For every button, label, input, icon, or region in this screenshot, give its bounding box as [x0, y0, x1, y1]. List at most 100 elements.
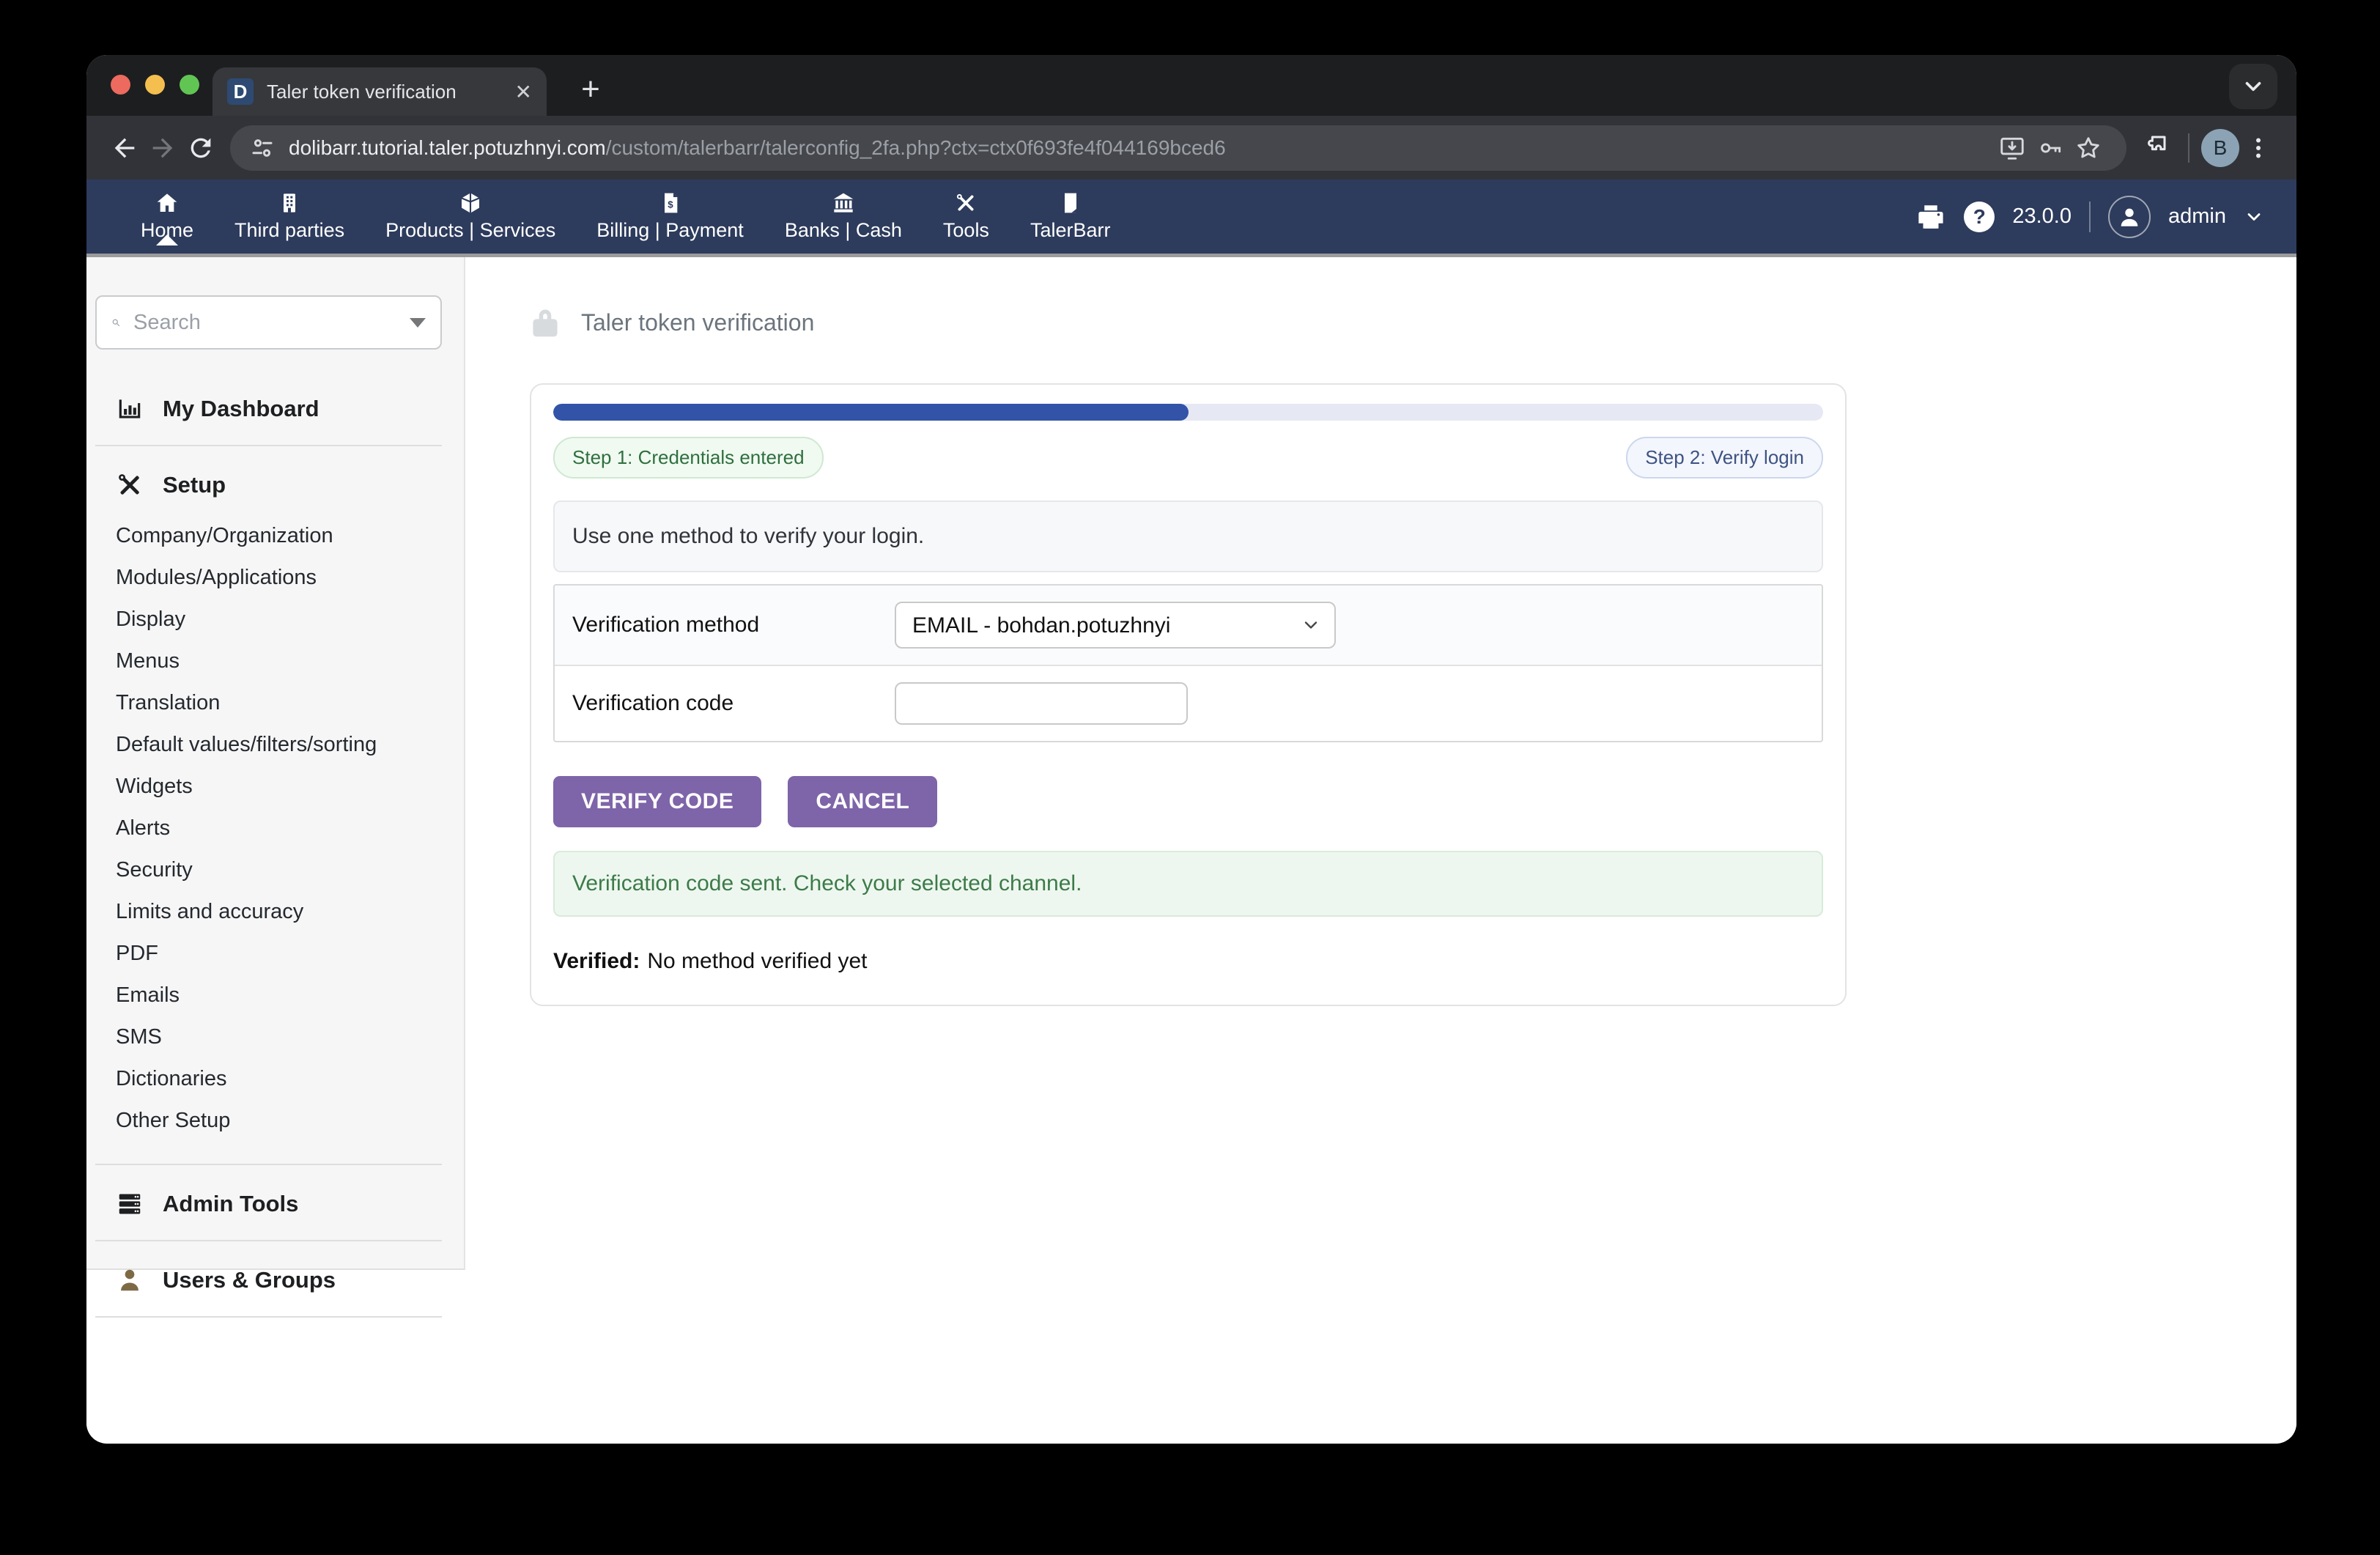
sidebar-setup-link[interactable]: SMS [86, 1016, 464, 1058]
instruction-box: Use one method to verify your login. [553, 501, 1823, 572]
setup-tools-icon [116, 471, 144, 499]
method-label: Verification method [572, 613, 895, 638]
sidebar-item-setup[interactable]: Setup [86, 471, 464, 499]
sidebar-divider [95, 1164, 442, 1165]
sidebar-divider [95, 1316, 442, 1318]
maximize-window-button[interactable] [180, 75, 199, 95]
users-person-icon [116, 1266, 144, 1294]
verification-card: Step 1: Credentials entered Step 2: Veri… [530, 383, 1847, 1006]
setup-links: Company/OrganizationModules/Applications… [86, 515, 464, 1142]
verification-form: Verification method EMAIL - bohdan.potuz… [553, 584, 1823, 742]
sidebar-setup-link[interactable]: Emails [86, 975, 464, 1016]
wizard-progress-bar [553, 404, 1823, 421]
verify-code-button[interactable]: VERIFY CODE [553, 776, 761, 827]
search-icon [111, 310, 120, 335]
sidebar-setup-link[interactable]: Modules/Applications [86, 557, 464, 599]
sidebar-search[interactable] [95, 295, 442, 350]
print-icon[interactable] [1915, 202, 1946, 232]
help-icon[interactable]: ? [1964, 202, 1995, 232]
window-controls [111, 75, 199, 95]
sidebar-item-dashboard[interactable]: My Dashboard [86, 395, 464, 423]
menu-billing-payment[interactable]: $ Billing | Payment [576, 191, 764, 242]
sidebar-setup-link[interactable]: Widgets [86, 766, 464, 808]
step2-badge: Step 2: Verify login [1626, 437, 1823, 479]
sidebar-setup-link[interactable]: Menus [86, 640, 464, 682]
sidebar-setup-link[interactable]: Other Setup [86, 1100, 464, 1142]
minimize-window-button[interactable] [145, 75, 165, 95]
sidebar-setup-link[interactable]: Security [86, 849, 464, 891]
new-tab-button[interactable]: + [570, 69, 611, 110]
cancel-button[interactable]: CANCEL [788, 776, 937, 827]
nav-separator [2089, 202, 2091, 232]
menu-home[interactable]: Home [120, 191, 214, 242]
bookmark-star-icon[interactable] [2069, 129, 2107, 167]
site-info-icon[interactable] [249, 135, 276, 161]
browser-menu-icon[interactable] [2239, 129, 2277, 167]
step1-badge: Step 1: Credentials entered [553, 437, 824, 479]
menu-banks-cash[interactable]: Banks | Cash [764, 191, 923, 242]
browser-tab[interactable]: D Taler token verification ✕ [212, 67, 547, 116]
browser-toolbar: dolibarr.tutorial.taler.potuzhnyi.com/cu… [86, 116, 2296, 180]
extensions-puzzle-icon[interactable] [2138, 129, 2176, 167]
back-icon[interactable] [106, 129, 144, 167]
sidebar-setup-link[interactable]: Limits and accuracy [86, 891, 464, 933]
verified-label: Verified: [553, 949, 640, 973]
install-app-icon[interactable] [1993, 129, 2031, 167]
code-row: Verification code [555, 666, 1822, 741]
active-menu-indicator [156, 234, 178, 245]
verified-value: No method verified yet [647, 949, 867, 973]
verified-status: Verified: No method verified yet [553, 949, 1823, 974]
address-bar[interactable]: dolibarr.tutorial.taler.potuzhnyi.com/cu… [230, 125, 2126, 171]
verification-method-select[interactable]: EMAIL - bohdan.potuzhnyi [895, 602, 1336, 649]
toolbar-separator [2188, 133, 2189, 163]
main-content: Taler token verification Step 1: Credent… [465, 257, 2296, 1006]
dashboard-chart-icon [116, 395, 144, 423]
code-label: Verification code [572, 691, 895, 716]
sidebar-divider [95, 1240, 442, 1241]
verification-code-input[interactable] [895, 682, 1188, 725]
sidebar-item-admin-tools[interactable]: Admin Tools [86, 1190, 464, 1218]
search-scope-caret-icon[interactable] [410, 318, 426, 328]
tab-search-chevron-icon[interactable] [2229, 64, 2277, 109]
lock-icon [530, 306, 561, 339]
admin-server-icon [116, 1190, 144, 1218]
status-message: Verification code sent. Check your selec… [553, 851, 1823, 917]
svg-text:$: $ [668, 199, 673, 210]
sidebar-setup-link[interactable]: Dictionaries [86, 1058, 464, 1100]
sidebar-setup-link[interactable]: Translation [86, 682, 464, 724]
progress-fill [553, 404, 1189, 421]
page-title: Taler token verification [581, 309, 814, 336]
user-menu[interactable]: admin [2168, 204, 2226, 229]
sidebar-setup-link[interactable]: Display [86, 599, 464, 640]
sidebar-item-users-groups[interactable]: Users & Groups [86, 1266, 464, 1294]
left-sidebar: My Dashboard Setup Company/OrganizationM… [86, 257, 465, 1270]
dolibarr-favicon-icon: D [227, 78, 254, 105]
sidebar-setup-link[interactable]: Alerts [86, 808, 464, 849]
tab-close-icon[interactable]: ✕ [515, 80, 532, 104]
reload-icon[interactable] [182, 129, 220, 167]
url-text[interactable]: dolibarr.tutorial.taler.potuzhnyi.com/cu… [289, 136, 1993, 160]
close-window-button[interactable] [111, 75, 130, 95]
menu-third-parties[interactable]: Third parties [214, 191, 365, 242]
tab-strip: D Taler token verification ✕ + [86, 55, 2296, 116]
sidebar-divider [95, 445, 442, 446]
version-label: 23.0.0 [2012, 204, 2072, 229]
top-menu-right: ? 23.0.0 admin [1915, 196, 2296, 238]
browser-window: D Taler token verification ✕ + dolibarr.… [86, 55, 2296, 1444]
user-avatar-icon[interactable] [2108, 196, 2151, 238]
password-key-icon[interactable] [2031, 129, 2069, 167]
browser-profile-avatar[interactable]: B [2201, 129, 2239, 167]
forward-icon[interactable] [144, 129, 182, 167]
tab-title: Taler token verification [267, 81, 505, 103]
sidebar-setup-link[interactable]: PDF [86, 933, 464, 975]
menu-talerbarr[interactable]: TalerBarr [1010, 191, 1131, 242]
search-input[interactable] [133, 311, 410, 335]
top-menu-items: Home Third parties Products | Services $… [86, 191, 1131, 242]
menu-products-services[interactable]: Products | Services [365, 191, 576, 242]
sidebar-setup-link[interactable]: Default values/filters/sorting [86, 724, 464, 766]
dolibarr-top-menu: Home Third parties Products | Services $… [86, 180, 2296, 257]
sidebar-setup-link[interactable]: Company/Organization [86, 515, 464, 557]
method-row: Verification method EMAIL - bohdan.potuz… [555, 586, 1822, 666]
menu-tools[interactable]: Tools [923, 191, 1010, 242]
user-menu-chevron-icon[interactable] [2244, 207, 2264, 227]
